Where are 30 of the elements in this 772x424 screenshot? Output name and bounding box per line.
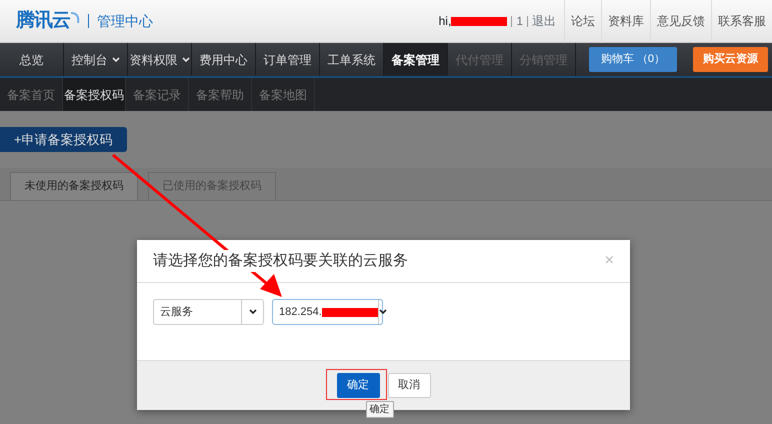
logo-text: 腾讯云 bbox=[16, 8, 70, 33]
subnav-tab[interactable]: 备案记录 bbox=[126, 78, 189, 111]
nav-tab[interactable]: 备案管理 bbox=[384, 43, 448, 76]
select-value: 云服务 bbox=[160, 304, 193, 320]
cart-button[interactable]: 购物车 （0） bbox=[588, 47, 677, 72]
nav-tab[interactable]: 总览 bbox=[0, 43, 64, 76]
cancel-button[interactable]: 取消 bbox=[388, 373, 430, 398]
dialog-title: 请选择您的备案授权码要关联的云服务 bbox=[153, 250, 408, 272]
confirm-button[interactable]: 确定 bbox=[336, 373, 380, 398]
tab[interactable]: 未使用的备案授权码 bbox=[10, 172, 138, 200]
highlight-frame bbox=[326, 369, 386, 400]
redaction-bar bbox=[322, 308, 378, 316]
select-value: 182.254. bbox=[279, 304, 322, 320]
greeting-text: hi, bbox=[438, 13, 452, 30]
page-title: 管理中心 bbox=[88, 14, 153, 28]
nav-tab[interactable]: 订单管理 bbox=[256, 43, 320, 76]
caret-icon bbox=[378, 300, 387, 324]
nav-tab[interactable]: 资料权限 bbox=[128, 43, 192, 76]
cloud-icon bbox=[70, 10, 80, 25]
logout-link[interactable]: 退出 bbox=[532, 12, 556, 30]
apply-button[interactable]: +申请备案授权码 bbox=[0, 127, 127, 152]
nav-tab[interactable]: 费用中心 bbox=[192, 43, 256, 76]
select-field[interactable]: 云服务 bbox=[153, 299, 264, 325]
tooltip: 确定 bbox=[366, 401, 394, 418]
subnav-tab[interactable]: 备案帮助 bbox=[189, 78, 252, 111]
subnav-tab[interactable]: 备案授权码 bbox=[63, 78, 126, 111]
account-count: 1 bbox=[511, 16, 528, 26]
redaction-bar bbox=[451, 16, 508, 26]
subnav-tab[interactable]: 备案地图 bbox=[252, 78, 315, 111]
nav-tab[interactable]: 控制台 bbox=[64, 43, 128, 76]
